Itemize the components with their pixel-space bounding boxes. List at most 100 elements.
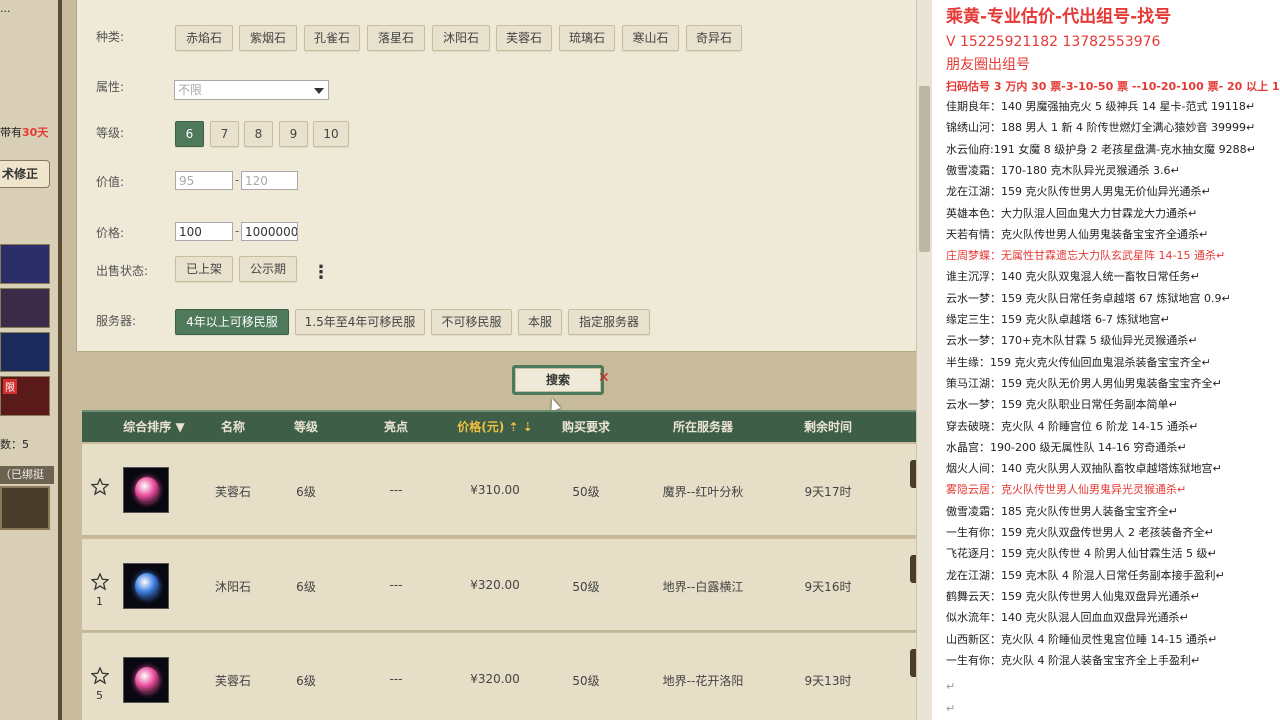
level-button-8[interactable]: 8 (244, 121, 273, 147)
item-thumbnail[interactable] (123, 563, 169, 609)
price-range-dash: - (235, 224, 240, 238)
server-button-1[interactable]: 4年以上可移民服 (175, 309, 289, 335)
type-button-9[interactable]: 奇异石 (686, 25, 742, 51)
chat-line: 一生有你：159 克火队双盘传世男人 2 老孩装备齐全↵ (946, 526, 1214, 539)
gem-icon (135, 573, 159, 599)
value-min-input[interactable] (175, 171, 233, 190)
price-max-input[interactable] (241, 222, 298, 241)
chat-line: 锦绣山河：188 男人 1 新 4 阶传世燃灯全满心猿妙音 39999↵ (946, 121, 1256, 135)
chat-line: 半生缘：159 克火克火传仙回血鬼混杀装备宝宝齐全↵ (946, 355, 1211, 369)
chat-friend-circle: 朋友圈出组号 (946, 57, 1030, 73)
price-label: 价格: (96, 226, 125, 240)
cell-level: 6级 (296, 580, 316, 594)
level-header: 等级 (293, 420, 319, 434)
gem-icon (135, 477, 159, 503)
cell-highlight: --- (389, 672, 403, 686)
cell-time: 9天16时 (804, 580, 852, 594)
chat-line: 水晶宫：190-200 级无属性队 14-16 穷奇通杀↵ (946, 440, 1187, 454)
item-thumbnail[interactable] (123, 467, 169, 513)
left-item-slot-3[interactable] (0, 332, 50, 372)
table-row[interactable]: 芙蓉石 6级 --- ¥310.00 50级 魔界--红叶分秋 9天17时 (82, 444, 918, 537)
scrollbar-thumb[interactable] (919, 86, 930, 252)
close-icon[interactable]: ✕ (598, 370, 610, 386)
level-button-10[interactable]: 10 (313, 121, 349, 147)
left-tab-correction[interactable]: 术修正 (0, 160, 50, 188)
type-button-5[interactable]: 沐阳石 (432, 25, 490, 51)
chat-line: 缘定三生：159 克火队卓越塔 6-7 炼狱地宫↵ (946, 313, 1170, 326)
chat-line: 鹤舞云天：159 克火队传世男人仙鬼双盘异光通杀↵ (946, 589, 1200, 603)
cell-price: ¥320.00 (470, 672, 520, 686)
chat-line: 云水一梦：159 克火队日常任务卓越塔 67 炼狱地宫 0.9↵ (946, 291, 1231, 305)
search-button[interactable]: 搜索 (515, 368, 601, 392)
favorite-star-icon[interactable] (91, 478, 109, 496)
chat-line: 飞花逐月：159 克火队传世 4 阶男人仙甘霖生活 5 级↵ (946, 547, 1217, 561)
value-label: 价值: (96, 175, 125, 189)
left-item-slot-1[interactable] (0, 244, 50, 284)
attribute-select[interactable]: 不限 (174, 80, 329, 100)
chat-line: 英雄本色：大力队混人回血鬼大力甘霖龙大力通杀↵ (946, 206, 1198, 220)
server-button-4[interactable]: 本服 (518, 309, 562, 335)
chat-line: 云水一梦：170+克木队甘霖 5 级仙异光灵猴通杀↵ (946, 334, 1198, 348)
more-vertical-icon[interactable]: ⋮ (312, 263, 330, 283)
price-min-input[interactable] (175, 222, 233, 241)
results-table-header: 综合排序 ▼ 名称 等级 亮点 价格(元) ⇡ ⇣ 购买要求 所在服务器 剩余时… (82, 410, 916, 442)
main-scrollbar[interactable] (916, 0, 932, 720)
chat-line: 策马江湖：159 克火队无价男人男仙男鬼装备宝宝齐全↵ (946, 376, 1222, 390)
favorite-star-icon[interactable] (91, 667, 109, 685)
chat-title: 乘黄-专业估价-代出组号-找号 (946, 7, 1172, 27)
type-button-4[interactable]: 落星石 (367, 25, 425, 51)
server-button-5[interactable]: 指定服务器 (568, 309, 650, 335)
chat-line: 龙在江湖：159 克木队 4 阶混人日常任务副本接手盈利↵ (946, 568, 1225, 582)
chat-line: 水云仙府:191 女魔 8 级护身 2 老孩星盘满-克水抽女魔 9288↵ (946, 142, 1256, 156)
left-side-panel: ... 带有30天 术修正 限 数：5 （已绑挺 (0, 0, 62, 720)
status-button-2[interactable]: 公示期 (239, 256, 297, 282)
server-label: 服务器: (96, 314, 137, 328)
level-button-9[interactable]: 9 (279, 121, 308, 147)
price-header[interactable]: 价格(元) ⇡ ⇣ (457, 412, 532, 442)
chat-phone: V 15225921182 13782553976 (946, 34, 1161, 50)
type-button-2[interactable]: 紫烟石 (239, 25, 297, 51)
chat-line: 龙在江湖：159 克火队传世男人男鬼无价仙异光通杀↵ (946, 185, 1211, 199)
cell-server: 魔界--红叶分秋 (662, 485, 744, 499)
type-button-3[interactable]: 孔雀石 (304, 25, 360, 51)
level-label: 等级: (96, 126, 125, 140)
chat-line: 穿去破晓：克火队 4 阶睡宫位 6 阶龙 14-15 通杀↵ (946, 419, 1199, 433)
type-button-6[interactable]: 芙蓉石 (496, 25, 552, 51)
level-button-6[interactable]: 6 (175, 121, 204, 147)
name-header: 名称 (220, 420, 246, 434)
attribute-select-value: 不限 (178, 83, 203, 97)
left-count-text: 数：5 (0, 438, 29, 451)
server-header: 所在服务器 (672, 420, 734, 434)
chevron-down-icon (314, 88, 324, 94)
type-button-1[interactable]: 赤焰石 (175, 25, 233, 51)
item-thumbnail[interactable] (123, 657, 169, 703)
limit-badge: 限 (3, 379, 17, 394)
favorite-count: 1 (96, 595, 103, 608)
status-button-1[interactable]: 已上架 (175, 256, 233, 282)
chat-line: 庄周梦蝶：无属性甘霖遗忘大力队玄武星阵 14-15 通杀↵ (946, 249, 1226, 263)
server-button-2[interactable]: 1.5年至4年可移民服 (295, 309, 425, 335)
chat-line: 傲雪凌霜：170-180 克木队异光灵猴通杀 3.6↵ (946, 163, 1180, 177)
cell-level: 6级 (296, 485, 316, 499)
table-row[interactable]: 1 沐阳石 6级 --- ¥320.00 50级 地界--白露横江 9天16时 (82, 539, 918, 632)
value-range-dash: - (235, 173, 240, 187)
type-button-7[interactable]: 琉璃石 (559, 25, 615, 51)
status-label: 出售状态: (96, 264, 149, 278)
favorite-count: 5 (96, 689, 103, 702)
chat-line: 一生有你：克火队 4 阶混人装备宝宝齐全上手盈利↵ (946, 653, 1201, 667)
time-header: 剩余时间 (803, 420, 853, 434)
type-label: 种类: (96, 30, 125, 44)
type-button-8[interactable]: 寒山石 (622, 25, 679, 51)
favorite-star-icon[interactable] (91, 573, 109, 591)
table-row[interactable]: 5 芙蓉石 6级 --- ¥320.00 50级 地界--花开洛阳 9天13时 (82, 633, 918, 720)
cell-name: 芙蓉石 (214, 485, 252, 499)
left-item-slot-4[interactable]: 限 (0, 376, 50, 416)
value-max-input[interactable] (241, 171, 298, 190)
sort-header[interactable]: 综合排序 ▼ (123, 412, 184, 442)
left-item-slot-2[interactable] (0, 288, 50, 328)
cell-time: 9天17时 (804, 485, 852, 499)
server-button-3[interactable]: 不可移民服 (431, 309, 512, 335)
level-button-7[interactable]: 7 (210, 121, 239, 147)
left-dark-slot[interactable] (0, 486, 50, 530)
chat-line: 似水流年：140 克火队混人回血血双盘异光通杀↵ (946, 611, 1189, 625)
